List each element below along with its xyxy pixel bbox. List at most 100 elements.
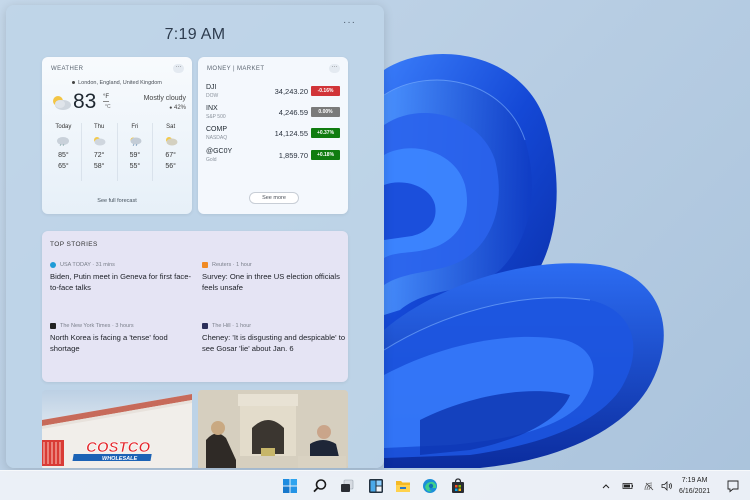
story-headline: Cheney: 'It is disgusting and despicable…	[202, 333, 346, 353]
forecast-high: 59°	[129, 152, 141, 159]
weather-more-button[interactable]: ···	[173, 64, 184, 73]
forecast-high: 85°	[58, 152, 69, 159]
stock-row[interactable]: INX S&P 500 4,246.59 0.00%	[206, 105, 340, 125]
weather-title: WEATHER	[51, 66, 84, 72]
forecast-day-name: Fri	[131, 124, 139, 130]
story-source-text: The New York Times · 3 hours	[60, 322, 134, 329]
story-source-text: Reuters · 1 hour	[212, 261, 252, 268]
story-source-text: The Hill · 1 hour	[212, 322, 252, 329]
file-explorer-icon[interactable]	[394, 477, 412, 495]
usa-today-logo-icon	[50, 261, 56, 268]
costco-storefront-image: COSTCO WHOLESALE	[42, 394, 192, 468]
stock-change-badge: +0.37%	[311, 128, 340, 138]
nyt-logo-icon	[50, 322, 56, 329]
forecast-day[interactable]: Thu 72° 58°	[82, 123, 118, 181]
money-title: MONEY | MARKET	[207, 66, 265, 72]
stock-row[interactable]: @GC0Y Gold 1,859.70 +0.18%	[206, 148, 340, 168]
stock-value: 4,246.59	[278, 108, 308, 117]
summit-meeting-image	[198, 390, 348, 468]
unit-fahrenheit[interactable]: °F	[103, 94, 110, 102]
costco-wholesale-text: WHOLESALE	[102, 456, 137, 462]
widgets-icon[interactable]	[367, 477, 385, 495]
money-widget[interactable]: MONEY | MARKET ··· DJI DOW 34,243.20 -0.…	[198, 57, 348, 214]
story-headline: Survey: One in three US election officia…	[202, 272, 340, 292]
stock-name: Gold	[206, 157, 217, 163]
story-headline: Biden, Putin meet in Geneva for first fa…	[50, 272, 191, 292]
stock-value: 14,124.55	[274, 129, 308, 138]
partly-sunny-icon	[165, 137, 178, 146]
volume-icon[interactable]	[661, 480, 673, 492]
location-pin-icon	[72, 81, 76, 85]
unit-celsius[interactable]: °C	[105, 104, 111, 110]
forecast-day[interactable]: Sat 67° 56°	[153, 123, 188, 181]
forecast-low: 55°	[129, 163, 141, 170]
stock-value: 34,243.20	[274, 87, 308, 96]
stock-row[interactable]: COMP NASDAQ 14,124.55 +0.37%	[206, 126, 340, 146]
weather-condition: Mostly cloudy	[143, 95, 186, 102]
story-item[interactable]: Reuters · 1 hour Survey: One in three US…	[202, 260, 346, 293]
stock-name: S&P 500	[206, 114, 226, 120]
stock-name: DOW	[206, 93, 219, 99]
chevron-up-icon[interactable]	[600, 480, 612, 492]
edge-icon[interactable]	[421, 477, 439, 495]
stock-value: 1,859.70	[278, 151, 308, 160]
taskbar: 7:19 AM 6/16/2021	[0, 470, 750, 500]
forecast-low: 58°	[93, 163, 105, 170]
forecast-day[interactable]: Today 85° 65°	[46, 123, 82, 181]
top-stories-title: TOP STORIES	[50, 241, 98, 248]
reuters-logo-icon	[202, 261, 208, 268]
story-item[interactable]: The New York Times · 3 hours North Korea…	[50, 321, 194, 354]
weather-location-text: London, England, United Kingdom	[78, 80, 162, 86]
summit-news-image[interactable]	[198, 390, 348, 468]
wifi-icon[interactable]	[643, 480, 655, 492]
start-icon[interactable]	[281, 477, 299, 495]
story-headline: North Korea is facing a 'tense' food sho…	[50, 333, 168, 353]
story-source: The New York Times · 3 hours	[50, 321, 194, 330]
notification-center-icon[interactable]	[726, 479, 740, 493]
costco-sign-text: COSTCO	[86, 439, 151, 456]
forecast-day-name: Sat	[166, 124, 176, 130]
rain-cloud-icon	[57, 137, 70, 147]
forecast-low: 56°	[165, 163, 176, 170]
story-source-text: USA TODAY · 31 mins	[60, 261, 115, 268]
story-source: USA TODAY · 31 mins	[50, 260, 194, 269]
widgets-panel: ··· 7:19 AM WEATHER ··· London, England,…	[6, 5, 384, 468]
stock-symbol: COMP	[206, 126, 227, 133]
forecast-low: 65°	[58, 163, 69, 170]
story-item[interactable]: USA TODAY · 31 mins Biden, Putin meet in…	[50, 260, 194, 293]
stock-row[interactable]: DJI DOW 34,243.20 -0.16%	[206, 84, 340, 104]
forecast-day-name: Today	[55, 124, 72, 130]
showers-icon	[130, 137, 142, 147]
story-source: The Hill · 1 hour	[202, 321, 346, 330]
panel-time: 7:19 AM	[164, 26, 226, 43]
search-icon[interactable]	[311, 477, 329, 495]
partly-cloudy-icon	[53, 96, 71, 110]
stock-symbol: INX	[206, 105, 218, 112]
stock-symbol: DJI	[206, 84, 217, 91]
clock-time: 7:19 AM	[681, 477, 708, 484]
money-more-button[interactable]: ···	[329, 64, 340, 73]
precipitation-value: 42%	[173, 105, 186, 111]
taskbar-clock[interactable]: 7:19 AM 6/16/2021	[679, 475, 710, 497]
forecast-day[interactable]: Fri 59° 55°	[118, 123, 154, 181]
current-temperature: 83	[73, 90, 97, 113]
weather-location: London, England, United Kingdom	[42, 80, 192, 86]
store-icon[interactable]	[449, 477, 467, 495]
precipitation: ● 42%	[169, 105, 186, 111]
story-source: Reuters · 1 hour	[202, 260, 346, 269]
task-view-icon[interactable]	[338, 477, 356, 495]
stock-symbol: @GC0Y	[206, 148, 233, 155]
forecast-high: 67°	[165, 152, 176, 159]
partly-sunny-icon	[94, 137, 106, 146]
battery-icon[interactable]	[622, 480, 634, 492]
see-full-forecast-link[interactable]: See full forecast	[42, 198, 192, 204]
forecast-high: 72°	[93, 152, 105, 159]
the-hill-logo-icon	[202, 322, 208, 329]
clock-date: 6/16/2021	[679, 488, 711, 495]
see-more-button[interactable]: See more	[249, 192, 299, 204]
story-item[interactable]: The Hill · 1 hour Cheney: 'It is disgust…	[202, 321, 346, 354]
costco-news-image[interactable]: COSTCO WHOLESALE	[42, 390, 192, 468]
raindrop-icon: ●	[169, 105, 173, 111]
forecast-day-name: Thu	[93, 124, 105, 130]
weather-widget[interactable]: WEATHER ··· London, England, United King…	[42, 57, 192, 214]
